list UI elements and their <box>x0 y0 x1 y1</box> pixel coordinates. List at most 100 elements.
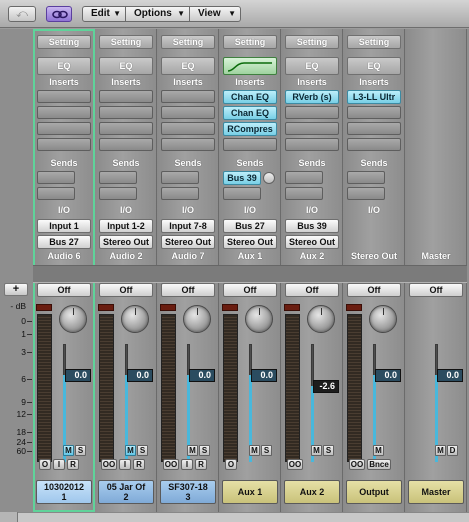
record-enable-button[interactable]: R <box>133 459 145 470</box>
insert-slot-empty[interactable] <box>347 122 401 135</box>
pan-knob[interactable] <box>307 305 335 333</box>
mute-button[interactable]: M <box>249 445 260 456</box>
stereo-link-icon[interactable]: O <box>39 459 51 470</box>
options-menu[interactable]: Options ▼ <box>125 6 190 22</box>
eq-display[interactable] <box>223 57 277 75</box>
input-button[interactable]: Bus 39 <box>285 219 339 233</box>
volume-value[interactable]: -2.6 <box>313 380 339 394</box>
group-slot[interactable] <box>157 265 219 283</box>
output-button[interactable]: Stereo Out <box>161 235 215 249</box>
automation-off-button[interactable]: Off <box>285 283 339 297</box>
stereo-link-icon[interactable]: OO <box>349 459 365 470</box>
insert-slot-empty[interactable] <box>285 122 339 135</box>
pan-knob[interactable] <box>59 305 87 333</box>
volume-value[interactable]: 0.0 <box>251 368 277 382</box>
insert-slot-empty[interactable] <box>99 106 153 119</box>
volume-value[interactable]: 0.0 <box>437 368 463 382</box>
solo-button[interactable]: S <box>199 445 210 456</box>
volume-value[interactable]: 0.0 <box>375 368 401 382</box>
send-slot-empty[interactable] <box>285 187 323 200</box>
add-channel-button[interactable]: + <box>4 283 28 296</box>
insert-slot-plugin[interactable]: RCompres <box>223 122 277 136</box>
automation-off-button[interactable]: Off <box>37 283 91 297</box>
track-name-plate[interactable]: SF307-18 3 <box>160 480 216 504</box>
mute-button[interactable]: M <box>373 445 384 456</box>
solo-button[interactable]: S <box>261 445 272 456</box>
automation-off-button[interactable]: Off <box>409 283 463 297</box>
back-arrow-icon[interactable]: ⤺ <box>8 6 36 22</box>
pan-knob[interactable] <box>369 305 397 333</box>
group-slot[interactable] <box>95 265 157 283</box>
send-slot-empty[interactable] <box>37 171 75 184</box>
clip-indicator[interactable] <box>160 304 176 311</box>
input-button[interactable]: Input 1 <box>37 219 91 233</box>
output-button[interactable]: Stereo Out <box>285 235 339 249</box>
automation-off-button[interactable]: Off <box>223 283 277 297</box>
volume-value[interactable]: 0.0 <box>189 368 215 382</box>
send-slot-empty[interactable] <box>161 187 199 200</box>
insert-slot-empty[interactable] <box>37 106 91 119</box>
output-button[interactable]: Stereo Out <box>223 235 277 249</box>
insert-slot-empty[interactable] <box>223 138 277 151</box>
stereo-link-icon[interactable]: OO <box>163 459 179 470</box>
send-slot-empty[interactable] <box>99 171 137 184</box>
eq-button[interactable]: EQ <box>37 57 91 75</box>
input-monitor-button[interactable]: I <box>53 459 65 470</box>
send-slot-empty[interactable] <box>285 171 323 184</box>
group-slot[interactable] <box>281 265 343 283</box>
stereo-link-icon[interactable]: OO <box>287 459 303 470</box>
eq-button[interactable]: EQ <box>347 57 401 75</box>
setting-button[interactable]: Setting <box>223 35 277 49</box>
record-enable-button[interactable]: R <box>67 459 79 470</box>
insert-slot-plugin[interactable]: Chan EQ <box>223 106 277 120</box>
group-slot[interactable] <box>405 265 467 283</box>
horizontal-scrollbar[interactable] <box>0 512 469 522</box>
insert-slot-empty[interactable] <box>161 138 215 151</box>
dim-button[interactable]: D <box>447 445 458 456</box>
channel-strip-audio7[interactable]: Setting EQ Inserts Sends I/O Input 7-8 Stereo … <box>157 29 219 512</box>
channel-strip-aux2[interactable]: Setting EQ Inserts RVerb (s) Sends I/O Bus 39 S… <box>281 29 343 512</box>
send-slot-empty[interactable] <box>161 171 199 184</box>
setting-button[interactable]: Setting <box>285 35 339 49</box>
channel-strip-audio6[interactable]: Setting EQ Inserts Sends I/O Input 1 Bus 27 Aud… <box>33 29 95 512</box>
mute-button[interactable]: M <box>125 445 136 456</box>
mute-button[interactable]: M <box>435 445 446 456</box>
insert-slot-empty[interactable] <box>161 90 215 103</box>
setting-button[interactable]: Setting <box>161 35 215 49</box>
track-name-plate[interactable]: Aux 1 <box>222 480 278 504</box>
insert-slot-empty[interactable] <box>161 122 215 135</box>
track-name-plate[interactable]: 05 Jar Of 2 <box>98 480 154 504</box>
input-button[interactable]: Bus 27 <box>223 219 277 233</box>
track-name-plate[interactable]: Master <box>408 480 464 504</box>
channel-strip-master[interactable]: Master Off 0.0 M D Master <box>405 29 467 512</box>
mute-button[interactable]: M <box>63 445 74 456</box>
send-slot-empty[interactable] <box>37 187 75 200</box>
eq-button[interactable]: EQ <box>285 57 339 75</box>
setting-button[interactable]: Setting <box>99 35 153 49</box>
insert-slot-empty[interactable] <box>161 106 215 119</box>
setting-button[interactable]: Setting <box>37 35 91 49</box>
channel-strip-output[interactable]: Setting EQ Inserts L3-LL Ultr Sends I/O Stereo… <box>343 29 405 512</box>
bounce-button[interactable]: Bnce <box>367 459 391 470</box>
input-button[interactable]: Input 1-2 <box>99 219 153 233</box>
view-menu[interactable]: View ▼ <box>189 6 241 22</box>
clip-indicator[interactable] <box>346 304 362 311</box>
solo-button[interactable]: S <box>75 445 86 456</box>
insert-slot-empty[interactable] <box>347 106 401 119</box>
insert-slot-plugin[interactable]: RVerb (s) <box>285 90 339 104</box>
solo-button[interactable]: S <box>323 445 334 456</box>
input-monitor-button[interactable]: I <box>119 459 131 470</box>
insert-slot-empty[interactable] <box>99 90 153 103</box>
input-button[interactable]: Input 7-8 <box>161 219 215 233</box>
insert-slot-empty[interactable] <box>37 90 91 103</box>
send-level-knob[interactable] <box>263 172 275 184</box>
track-name-plate[interactable]: Aux 2 <box>284 480 340 504</box>
channel-strip-aux1[interactable]: Setting Inserts Chan EQ Chan EQ RCompres Send… <box>219 29 281 512</box>
group-slot[interactable] <box>343 265 405 283</box>
automation-off-button[interactable]: Off <box>99 283 153 297</box>
channel-strip-audio2[interactable]: Setting EQ Inserts Sends I/O Input 1-2 Stereo … <box>95 29 157 512</box>
volume-value[interactable]: 0.0 <box>65 368 91 382</box>
setting-button[interactable]: Setting <box>347 35 401 49</box>
solo-button[interactable]: S <box>137 445 148 456</box>
clip-indicator[interactable] <box>222 304 238 311</box>
